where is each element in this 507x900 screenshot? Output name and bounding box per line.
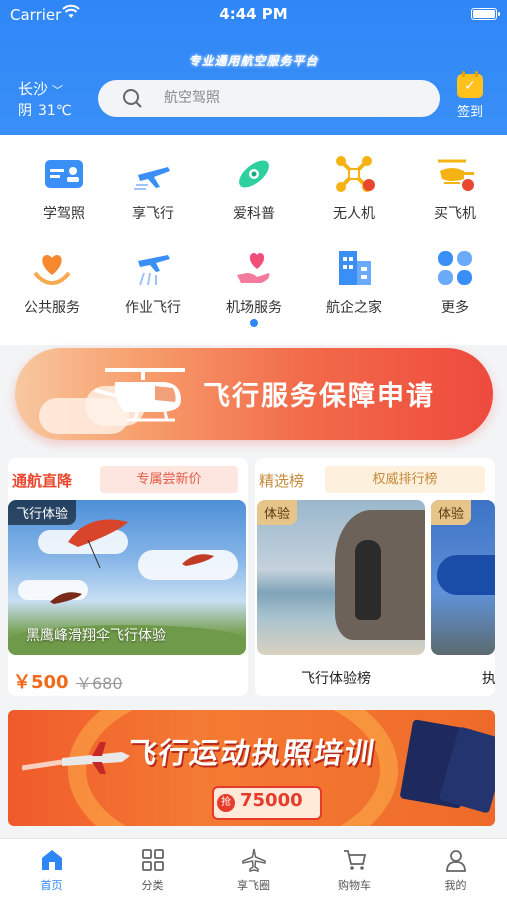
promo-title: 通航直降 xyxy=(12,472,73,490)
service-grid: 学驾照 享飞行 爱科普 无人机 买飞机 公共服务 作业飞行 机场服务 航企之家 … xyxy=(0,135,507,345)
clock: 4:44 PM xyxy=(219,5,288,23)
calendar-check-icon xyxy=(457,71,483,98)
profile-icon xyxy=(445,850,466,872)
crop-duster-icon xyxy=(138,255,170,286)
ranking-photo-experience[interactable]: 体验 xyxy=(257,500,425,655)
ranking-title: 精选榜 xyxy=(259,472,305,490)
drone-icon xyxy=(336,156,375,192)
current-price: ￥500 xyxy=(13,672,69,693)
heart-hand-icon xyxy=(237,253,270,283)
weather-condition: 阴 xyxy=(18,103,32,119)
grid-item-airport-service[interactable]: 机场服务 xyxy=(204,245,304,317)
tab-profile[interactable]: 我的 xyxy=(405,847,506,893)
license-card-icon xyxy=(45,160,83,188)
tab-bar: 首页 分类 享飞圈 购物车 我的 xyxy=(0,838,507,900)
helicopter-icon xyxy=(95,368,185,422)
flight-service-banner[interactable]: 飞行服务保障申请 xyxy=(15,348,493,440)
original-price: ￥680 xyxy=(76,674,123,693)
promo-card-ranking[interactable]: 精选榜 权威排行榜 体验 飞行体验榜 体验 执 xyxy=(255,458,495,696)
grid-item-learn-license[interactable]: 学驾照 xyxy=(14,151,114,223)
search-bar[interactable] xyxy=(98,80,440,117)
grid-item-aviation-enterprise[interactable]: 航企之家 xyxy=(304,245,404,317)
photo-caption: 黑鹰峰滑翔伞飞行体验 xyxy=(26,628,166,644)
coupon-amount: 75000 xyxy=(240,790,303,811)
grid-item-public-service[interactable]: 公共服务 xyxy=(2,245,102,317)
grid-item-operation-flight[interactable]: 作业飞行 xyxy=(103,245,203,317)
search-input[interactable] xyxy=(164,88,414,108)
tab-flight-circle[interactable]: 享飞圈 xyxy=(203,847,304,893)
weather: 阴 31℃ xyxy=(18,100,78,120)
airplane-icon xyxy=(134,167,170,190)
grid-item-more[interactable]: 更多 xyxy=(405,245,505,317)
banner-title: 飞行服务保障申请 xyxy=(203,381,435,412)
ranking-photo-helicopter[interactable]: 体验 xyxy=(431,500,495,655)
promo-card-discount[interactable]: 通航直降 专属尝新价 飞行体验 黑鹰峰滑翔伞飞行体验 ￥500 ￥680 xyxy=(8,458,248,696)
grid-item-enjoy-flight[interactable]: 享飞行 xyxy=(103,151,203,223)
paraglider-icon xyxy=(50,592,82,604)
ranking-item-caption: 执 xyxy=(482,671,495,687)
home-icon xyxy=(41,850,62,870)
ranking-item-tag: 体验 xyxy=(257,500,298,525)
city-name: 长沙 xyxy=(18,80,49,98)
status-bar: Carrier 4:44 PM xyxy=(0,0,507,30)
slogan: 专业通用航空服务平台 xyxy=(188,54,319,68)
license-training-banner[interactable]: 飞行运动执照培训 抢 75000 xyxy=(8,710,495,826)
banner2-title: 飞行运动执照培训 xyxy=(125,736,379,770)
grab-tag: 抢 xyxy=(217,794,235,812)
chevron-down-icon: ﹀ xyxy=(52,84,64,97)
cart-icon xyxy=(343,850,366,870)
city-selector[interactable]: 长沙 ﹀ xyxy=(18,78,63,99)
search-icon xyxy=(123,89,142,108)
checkin-button[interactable]: 签到 xyxy=(450,71,490,120)
paragliding-photo[interactable]: 飞行体验 黑鹰峰滑翔伞飞行体验 xyxy=(8,500,246,655)
promo-tag: 专属尝新价 xyxy=(100,466,238,493)
helicopter-sale-icon xyxy=(438,159,474,191)
building-icon xyxy=(339,251,371,285)
ranking-tag: 权威排行榜 xyxy=(325,466,485,493)
weather-temperature: 31℃ xyxy=(38,103,72,119)
heart-hands-icon xyxy=(33,255,71,286)
more-grid-icon xyxy=(438,251,472,285)
aerobatic-plane-icon xyxy=(22,742,130,774)
grid-item-science[interactable]: 爱科普 xyxy=(204,151,304,223)
airplane-circle-icon xyxy=(241,848,266,872)
paraglider-icon xyxy=(182,554,214,566)
battery-icon xyxy=(471,8,500,20)
ranking-item-caption: 飞行体验榜 xyxy=(301,671,371,687)
header: Carrier 4:44 PM 专业通用航空服务平台 长沙﹀ 阴 31℃ 签到 xyxy=(0,0,507,135)
tab-cart[interactable]: 购物车 xyxy=(304,847,405,893)
category-grid-icon xyxy=(141,849,164,871)
tab-home[interactable]: 首页 xyxy=(1,847,102,893)
grid-item-drone[interactable]: 无人机 xyxy=(304,151,404,223)
photo-category-label: 飞行体验 xyxy=(8,500,77,525)
checkin-label: 签到 xyxy=(456,105,483,120)
tab-category[interactable]: 分类 xyxy=(102,847,203,893)
grid-item-buy-aircraft[interactable]: 买飞机 xyxy=(405,151,505,223)
page-indicator-dot xyxy=(250,319,258,327)
science-icon xyxy=(239,160,269,188)
ranking-item-tag: 体验 xyxy=(431,500,472,525)
